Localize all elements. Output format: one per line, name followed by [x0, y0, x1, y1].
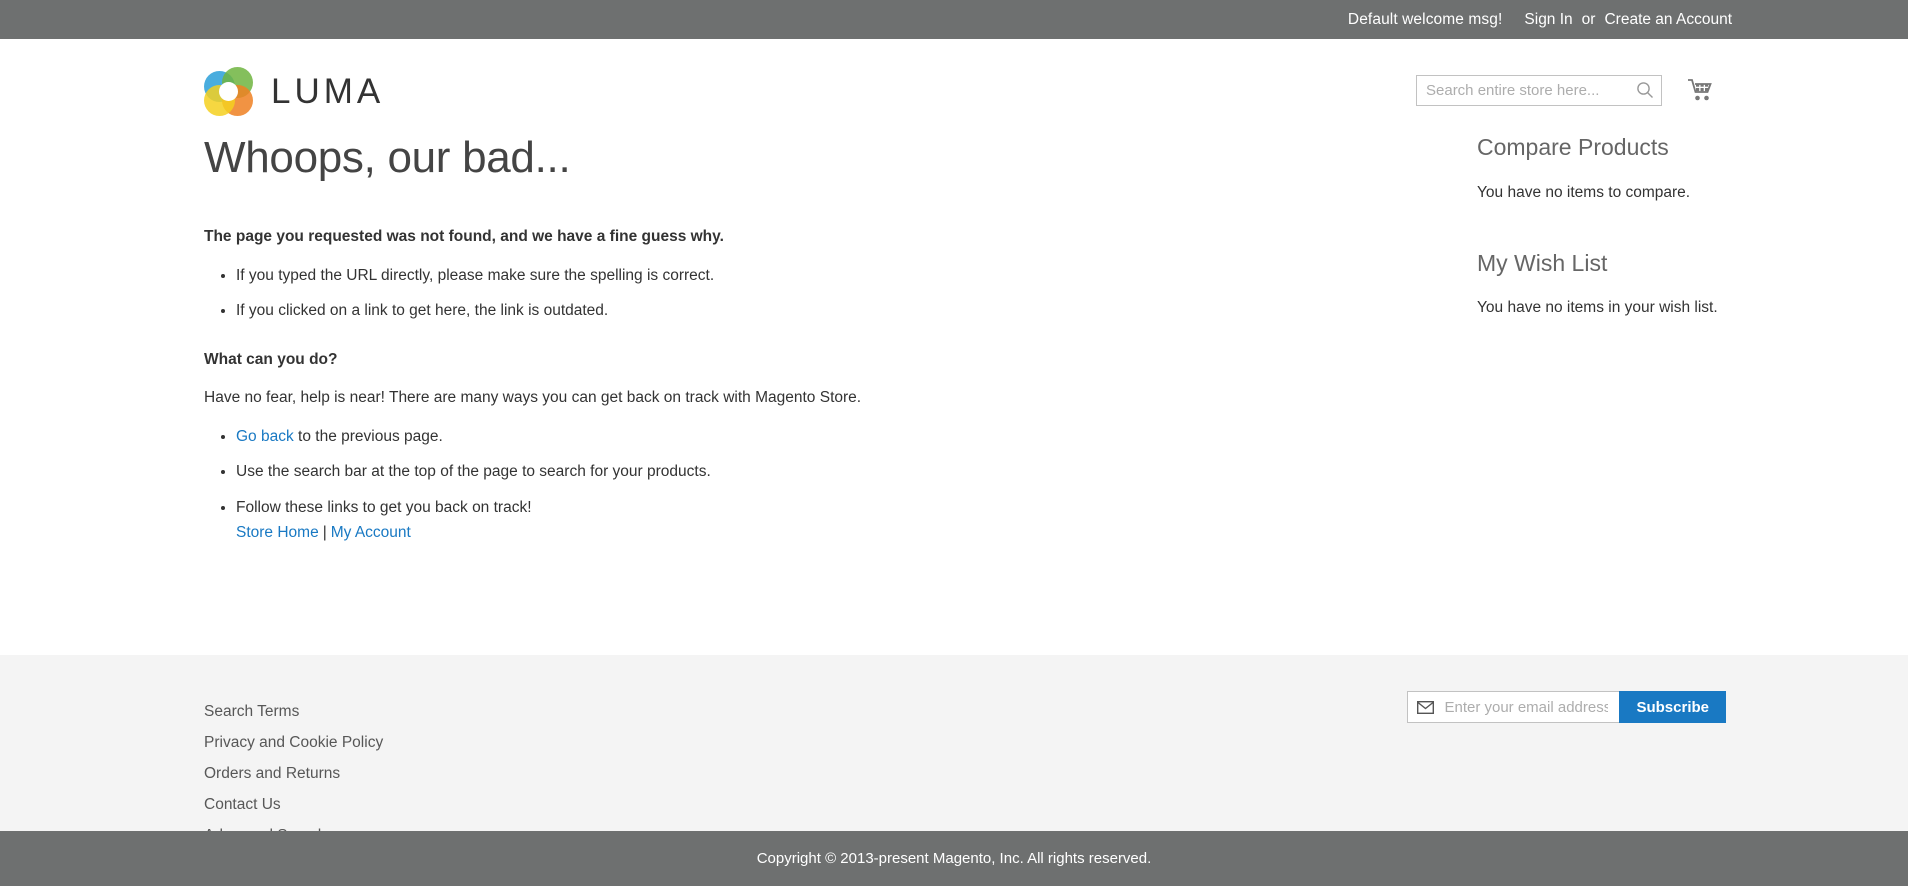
follow-links-text: Follow these links to get you back on tr… [236, 498, 532, 516]
search-box [1416, 75, 1662, 106]
subscribe-button[interactable]: Subscribe [1619, 691, 1726, 723]
envelope-icon [1417, 700, 1435, 714]
search-icon[interactable] [1635, 80, 1655, 100]
footer-link-orders-returns[interactable]: Orders and Returns [204, 765, 340, 782]
list-item: Contact Us [204, 796, 1732, 814]
footer-link-contact-us[interactable]: Contact Us [204, 796, 281, 813]
wishlist-empty: You have no items in your wish list. [1477, 299, 1718, 317]
header-actions [1416, 75, 1714, 106]
top-panel: Default welcome msg! Sign In or Create a… [0, 0, 1908, 39]
footer: Search Terms Privacy and Cookie Policy O… [0, 655, 1908, 844]
footer-links: Search Terms Privacy and Cookie Policy O… [204, 703, 1732, 845]
main-content: The page you requested was not found, an… [204, 226, 1184, 570]
list-item: Orders and Returns [204, 765, 1732, 783]
logo-text: LUMA [271, 71, 385, 111]
my-account-link[interactable]: My Account [331, 524, 411, 541]
newsletter-email-input[interactable] [1442, 693, 1611, 721]
actions-list: Go back to the previous page. Use the se… [204, 426, 1184, 545]
footer-link-search-terms[interactable]: Search Terms [204, 703, 299, 720]
link-separator: | [322, 524, 327, 542]
compare-products-title: Compare Products [1477, 134, 1669, 160]
list-item: If you typed the URL directly, please ma… [236, 265, 1184, 287]
search-input[interactable] [1416, 75, 1662, 106]
not-found-heading: The page you requested was not found, an… [204, 228, 724, 246]
list-item: Follow these links to get you back on tr… [236, 497, 1184, 545]
what-can-you-do-heading: What can you do? [204, 350, 338, 368]
luma-circles-logo-icon [204, 67, 253, 116]
shopping-cart-icon[interactable] [1687, 78, 1714, 103]
copyright-bar: Copyright © 2013-present Magento, Inc. A… [0, 831, 1908, 886]
wishlist-block: My Wish List You have no items in your w… [1477, 250, 1737, 318]
wishlist-title: My Wish List [1477, 249, 1608, 276]
go-back-link[interactable]: Go back [236, 428, 294, 445]
welcome-message: Default welcome msg! [1347, 10, 1503, 28]
footer-inner: Search Terms Privacy and Cookie Policy O… [164, 655, 1744, 844]
create-account-link[interactable]: Create an Account [1604, 11, 1732, 29]
top-panel-inner: Default welcome msg! Sign In or Create a… [164, 0, 1744, 39]
list-item: Use the search bar at the top of the pag… [236, 461, 1184, 483]
go-back-rest: to the previous page. [293, 427, 443, 445]
compare-products-empty: You have no items to compare. [1477, 183, 1691, 201]
copyright-text: Copyright © 2013-present Magento, Inc. A… [756, 850, 1152, 867]
store-home-link[interactable]: Store Home [236, 524, 319, 541]
newsletter-form: Subscribe [1407, 691, 1726, 723]
follow-links-row: Store Home | My Account [236, 522, 1184, 544]
sidebar: Compare Products You have no items to co… [1477, 134, 1737, 365]
compare-products-block: Compare Products You have no items to co… [1477, 134, 1737, 202]
sign-in-link[interactable]: Sign In [1524, 11, 1572, 29]
panel-separator: or [1581, 10, 1596, 28]
header: LUMA [0, 39, 1908, 134]
logo-link[interactable]: LUMA [204, 67, 384, 116]
list-item: If you clicked on a link to get here, th… [236, 300, 1184, 322]
list-item: Privacy and Cookie Policy [204, 734, 1732, 752]
list-item: Go back to the previous page. [236, 426, 1184, 448]
what-can-you-do-intro: Have no fear, help is near! There are ma… [204, 389, 862, 407]
page-columns: Whoops, our bad... The page you requeste… [164, 133, 1744, 634]
reasons-list: If you typed the URL directly, please ma… [204, 265, 1184, 323]
footer-link-privacy-policy[interactable]: Privacy and Cookie Policy [204, 734, 383, 751]
newsletter-field [1407, 691, 1620, 723]
header-inner: LUMA [164, 39, 1744, 134]
